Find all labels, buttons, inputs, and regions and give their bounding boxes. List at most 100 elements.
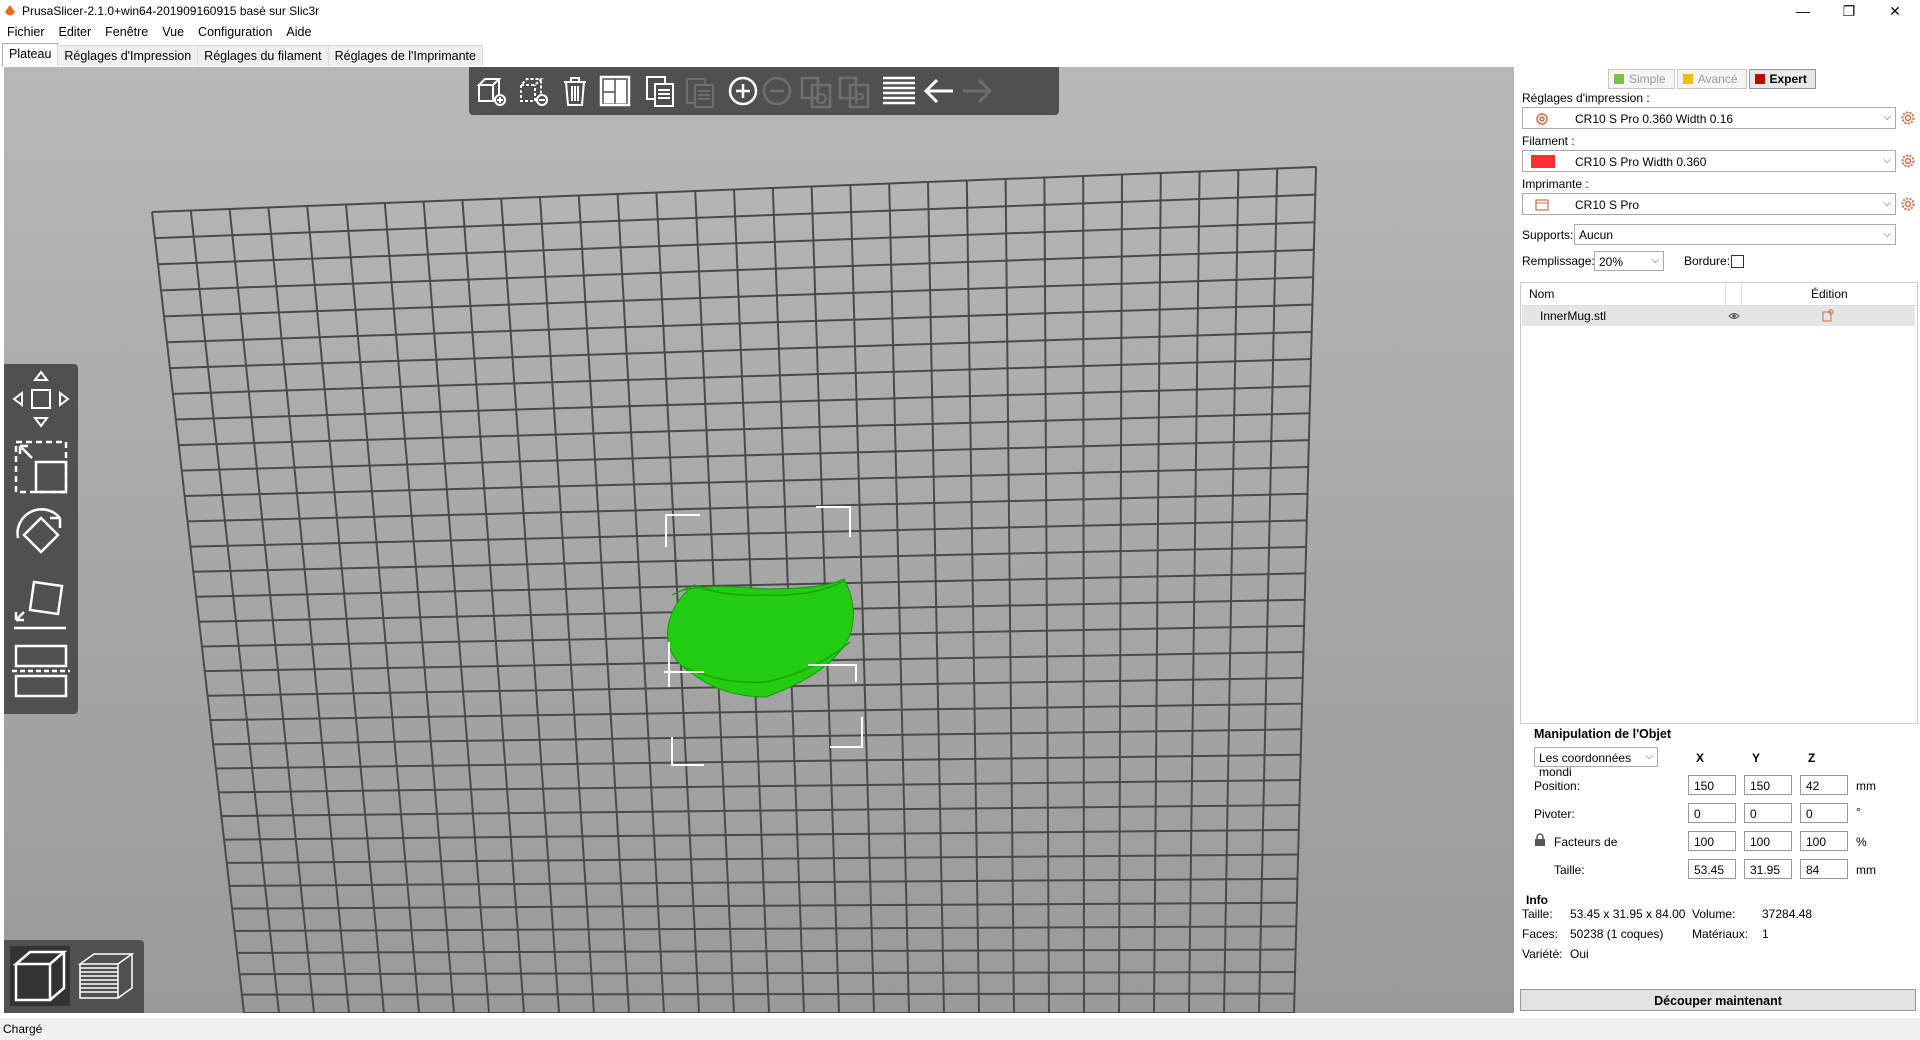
print-settings-icon — [1536, 113, 1548, 125]
filament-value: CR10 S Pro Width 0.360 — [1575, 155, 1707, 169]
close-button[interactable]: ✕ — [1872, 0, 1918, 22]
tab-print-settings[interactable]: Réglages d'Impression — [57, 45, 199, 66]
menu-configuration[interactable]: Configuration — [191, 22, 279, 42]
mode-color-swatch — [1614, 74, 1624, 84]
scale-z-field[interactable]: 100 — [1800, 831, 1848, 851]
supports-label: Supports: — [1522, 228, 1574, 242]
grid-line — [1118, 174, 1123, 1013]
lock-icon[interactable] — [1534, 833, 1546, 847]
cut-icon[interactable] — [10, 640, 72, 702]
place-on-face-icon[interactable] — [10, 572, 72, 634]
brim-checkbox[interactable] — [1731, 255, 1744, 268]
gear-icon[interactable] — [1900, 196, 1916, 212]
supports-combo[interactable]: Aucun ⌵ — [1574, 224, 1896, 245]
supports-value: Aucun — [1579, 228, 1614, 242]
coordinate-system-select[interactable]: Les coordonnées mondi ⌵ — [1534, 747, 1658, 779]
grid-line — [1153, 172, 1162, 1013]
column-edit-header[interactable]: Édition — [1811, 287, 1848, 301]
grid-line — [345, 204, 420, 1013]
rotate-z-field[interactable]: 0 — [1800, 803, 1848, 823]
scale-icon[interactable] — [10, 436, 72, 498]
print-settings-combo[interactable]: CR10 S Pro 0.360 Width 0.16 ⌵ — [1522, 107, 1896, 129]
delete-all-icon[interactable] — [557, 73, 593, 109]
tab-bar: Plateau Réglages d'Impression Réglages d… — [2, 43, 483, 66]
arrange-icon[interactable] — [597, 73, 633, 109]
delete-icon[interactable] — [515, 73, 551, 109]
preview-layers-icon[interactable] — [76, 946, 136, 1006]
status-bar: Chargé — [0, 1018, 1920, 1040]
mode-advanced-label: Avancé — [1697, 72, 1738, 86]
object-list-header: Nom Édition — [1521, 283, 1917, 306]
eye-icon[interactable] — [1728, 311, 1740, 321]
printer-value: CR10 S Pro — [1575, 198, 1640, 212]
tab-plateau[interactable]: Plateau — [2, 43, 59, 66]
copy-icon[interactable] — [643, 73, 679, 109]
svg-text:P: P — [854, 91, 865, 108]
move-icon[interactable] — [10, 368, 72, 430]
maximize-button[interactable]: ❐ — [1826, 0, 1872, 22]
grid-line — [422, 201, 490, 1013]
window-title: PrusaSlicer-2.1.0+win64-201909160915 bas… — [22, 4, 320, 18]
filament-combo[interactable]: CR10 S Pro Width 0.360 ⌵ — [1522, 150, 1896, 172]
menu-aide[interactable]: Aide — [279, 22, 318, 42]
tab-printer-settings[interactable]: Réglages de l'Imprimante — [327, 45, 483, 66]
mode-advanced-button[interactable]: Avancé — [1676, 69, 1747, 89]
menu-fenetre[interactable]: Fenêtre — [98, 22, 155, 42]
grid-line — [927, 181, 945, 1013]
svg-text:O: O — [815, 91, 827, 108]
chevron-down-icon: ⌵ — [1883, 229, 1891, 240]
infill-combo[interactable]: 20% ⌵ — [1594, 251, 1664, 271]
print-bed-grid — [151, 166, 1317, 1013]
prusa-app-icon — [5, 5, 15, 16]
slice-now-button[interactable]: Découper maintenant — [1520, 989, 1916, 1011]
3d-view-icon[interactable] — [10, 946, 70, 1006]
gear-icon[interactable] — [1900, 153, 1916, 169]
rotate-icon[interactable] — [10, 504, 72, 566]
scale-y-field[interactable]: 100 — [1744, 831, 1792, 851]
menu-fichier[interactable]: Fichier — [0, 22, 52, 42]
view-selector — [4, 940, 144, 1013]
3d-viewport[interactable]: O P — [4, 67, 1514, 1013]
gizmo-toolbar — [4, 364, 78, 714]
grid-line — [771, 187, 805, 1013]
undo-icon[interactable] — [921, 73, 957, 109]
tab-filament-settings[interactable]: Réglages du filament — [197, 45, 329, 66]
info-materials-label: Matériaux: — [1692, 927, 1749, 941]
size-y-field[interactable]: 31.95 — [1744, 859, 1792, 879]
menu-bar: Fichier Editer Fenêtre Vue Configuration Aide — [0, 22, 1920, 42]
size-z-field[interactable]: 84 — [1800, 859, 1848, 879]
scale-x-field[interactable]: 100 — [1688, 831, 1736, 851]
menu-vue[interactable]: Vue — [155, 22, 191, 42]
layer-editing-icon[interactable] — [881, 73, 917, 109]
mode-simple-button[interactable]: Simple — [1608, 69, 1675, 89]
rotate-y-field[interactable]: 0 — [1744, 803, 1792, 823]
info-faces-value: 50238 (1 coques) — [1570, 927, 1664, 941]
list-item[interactable]: InnerMug.stl — [1522, 306, 1915, 326]
edit-settings-icon[interactable] — [1822, 309, 1834, 322]
grid-line — [241, 992, 1295, 996]
increase-instances-icon[interactable] — [725, 73, 761, 109]
position-x-field[interactable]: 150 — [1688, 775, 1736, 795]
mode-expert-button[interactable]: Expert — [1748, 69, 1816, 89]
decrease-instances-icon — [762, 76, 792, 106]
position-z-field[interactable]: 42 — [1800, 775, 1848, 795]
position-y-field[interactable]: 150 — [1744, 775, 1792, 795]
column-divider — [1725, 283, 1726, 305]
grid-line — [810, 186, 840, 1013]
menu-editer[interactable]: Editer — [52, 22, 99, 42]
add-icon[interactable] — [473, 73, 509, 109]
info-volume-value: 37284.48 — [1762, 907, 1813, 921]
grid-line — [1223, 169, 1240, 1013]
column-name-header[interactable]: Nom — [1529, 287, 1554, 301]
size-x-field[interactable]: 53.45 — [1688, 859, 1736, 879]
position-unit: mm — [1856, 779, 1876, 793]
gear-icon[interactable] — [1900, 110, 1916, 126]
grid-line — [655, 192, 700, 1013]
brim-label: Bordure: — [1684, 254, 1731, 268]
rotate-x-field[interactable]: 0 — [1688, 803, 1736, 823]
chevron-down-icon: ⌵ — [1883, 112, 1891, 123]
minimize-button[interactable]: — — [1780, 0, 1826, 22]
print-settings-label: Réglages d'impression : — [1522, 91, 1650, 105]
info-title: Info — [1526, 893, 1548, 907]
printer-combo[interactable]: CR10 S Pro ⌵ — [1522, 193, 1896, 215]
